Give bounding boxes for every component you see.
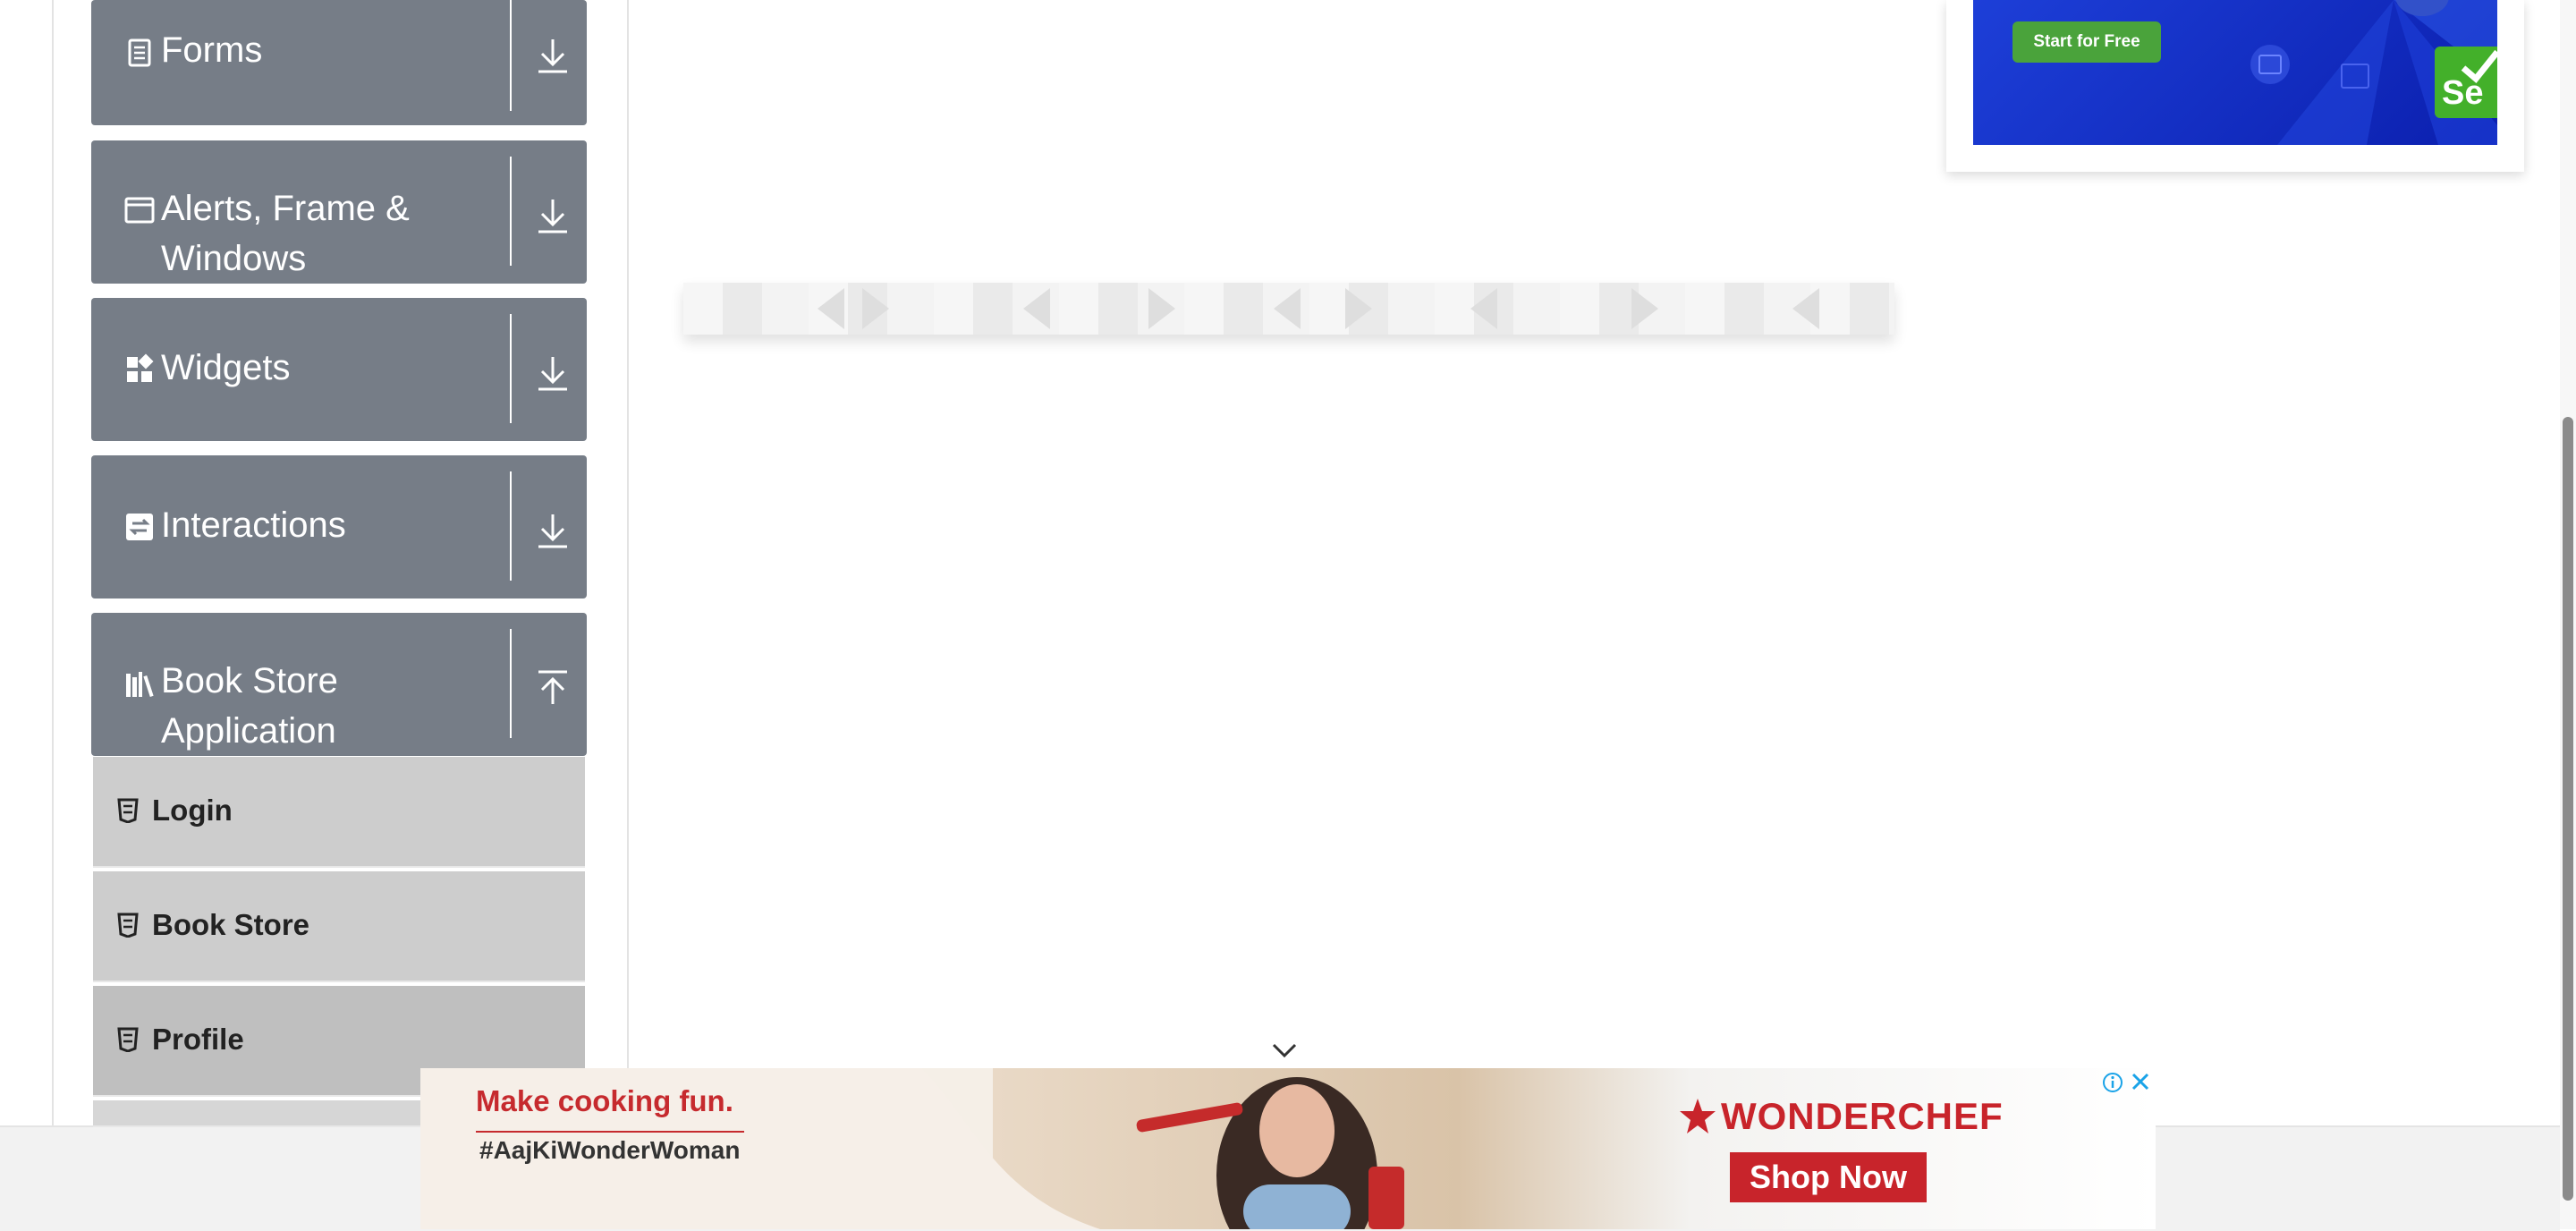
sidebar-group-label-line2: Windows — [161, 239, 307, 278]
ad-headline-underline — [476, 1131, 744, 1133]
books-icon — [126, 672, 154, 698]
window-icon — [124, 197, 155, 224]
top-ad-card[interactable]: JS Start for Free Se — [1946, 0, 2524, 172]
sidebar-item-label: Login — [152, 794, 233, 827]
ad-model-image — [1136, 1077, 1404, 1229]
top-ad-banner[interactable]: JS Start for Free Se — [1973, 0, 2497, 145]
sidebar-group-forms[interactable]: Forms — [91, 0, 587, 125]
sidebar-group-widgets[interactable]: Widgets — [91, 298, 587, 441]
ad-close-icon[interactable] — [2129, 1070, 2152, 1093]
sidebar-item-login[interactable]: Login — [93, 757, 585, 868]
group-separator — [510, 471, 512, 581]
sidebar-group-label: Forms — [161, 30, 263, 70]
form-icon — [128, 38, 151, 67]
ad-brand: WONDERCHEF — [1721, 1095, 2004, 1137]
group-separator — [510, 629, 512, 738]
expand-arrow-icon[interactable] — [535, 196, 571, 235]
content-border-left — [52, 0, 54, 1125]
ad-headline: Make cooking fun. — [476, 1084, 733, 1117]
scrollbar-thumb[interactable] — [2563, 417, 2573, 1201]
group-separator — [510, 314, 512, 423]
expand-arrow-icon[interactable] — [535, 511, 571, 550]
collapse-arrow-icon[interactable] — [535, 668, 571, 708]
sidebar-item-book-store[interactable]: Book Store — [93, 871, 585, 982]
chevron-down-icon[interactable] — [1270, 1041, 1299, 1059]
sidebar-item-label: Book Store — [152, 908, 310, 941]
expand-arrow-icon[interactable] — [535, 36, 571, 75]
sidebar-item-label: Profile — [152, 1023, 244, 1056]
sidebar-group-alerts-frame-windows[interactable]: Alerts, Frame & Windows — [91, 140, 587, 284]
selenium-logo: Se — [2435, 47, 2497, 118]
html5-icon — [117, 798, 139, 823]
bottom-ad-banner[interactable]: Make cooking fun. #AajKiWonderWoman WOND… — [420, 1068, 2156, 1229]
wonderchef-logo-icon — [1680, 1099, 1716, 1133]
column-divider — [627, 0, 629, 1125]
ad-hashtag: #AajKiWonderWoman — [479, 1136, 741, 1164]
shop-now-button[interactable]: Shop Now — [1730, 1152, 1927, 1202]
expand-arrow-icon[interactable] — [535, 353, 571, 393]
sidebar-group-label: Widgets — [161, 348, 291, 387]
pattern-graphic — [818, 288, 1819, 329]
ad-placeholder-strip — [683, 283, 1894, 335]
html5-icon — [117, 913, 139, 938]
interactions-icon — [126, 514, 153, 540]
widgets-icon — [127, 353, 154, 382]
ad-info-icon[interactable] — [2102, 1072, 2123, 1093]
start-for-free-button[interactable]: Start for Free — [2012, 21, 2161, 63]
sidebar-group-label: Alerts, Frame & — [161, 189, 410, 228]
sidebar-group-book-store-application[interactable]: Book Store Application — [91, 613, 587, 756]
sidebar-group-label: Interactions — [161, 505, 346, 545]
group-separator — [510, 0, 512, 111]
sidebar-group-interactions[interactable]: Interactions — [91, 455, 587, 599]
html5-icon — [117, 1027, 139, 1052]
sidebar-group-label: Book Store — [161, 661, 338, 700]
sidebar-group-label-line2: Application — [161, 711, 336, 751]
group-separator — [510, 157, 512, 266]
